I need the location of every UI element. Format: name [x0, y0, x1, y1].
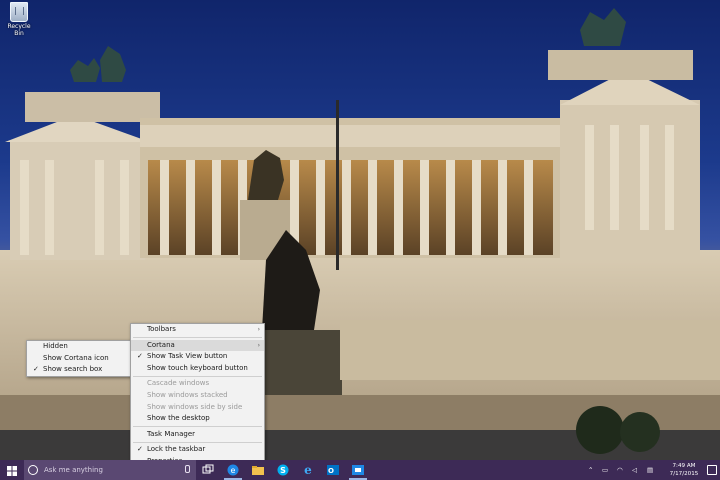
svg-text:e: e	[304, 463, 312, 477]
edge-icon[interactable]: e	[226, 463, 240, 477]
menu-item-cascade-windows[interactable]: Cascade windows	[131, 378, 264, 390]
menu-separator	[133, 441, 262, 443]
taskbar-context-menu: Toolbars › Cortana › ✓ Show Task View bu…	[130, 323, 265, 469]
menu-item-toolbars[interactable]: Toolbars ›	[131, 324, 264, 336]
keyboard-icon[interactable]: ▤	[647, 466, 653, 474]
menu-item-show-task-view[interactable]: ✓ Show Task View button	[131, 351, 264, 363]
svg-text:e: e	[231, 466, 236, 475]
taskbar[interactable]: Ask me anything e S e O ⌃ ▭ ◠ ◁ ▤ 7:49 A	[0, 460, 720, 480]
svg-text:S: S	[280, 466, 286, 475]
menu-separator	[133, 375, 262, 377]
task-view-icon[interactable]	[201, 463, 215, 477]
menu-item-windows-stacked[interactable]: Show windows stacked	[131, 390, 264, 402]
checkmark-icon: ✓	[137, 352, 143, 361]
microphone-icon[interactable]	[185, 465, 190, 473]
clock-time: 7:49 AM	[672, 463, 696, 469]
wifi-icon[interactable]: ◠	[617, 466, 623, 474]
desktop-wallpaper	[0, 0, 720, 460]
monument-illustration	[0, 8, 720, 460]
volume-icon[interactable]: ◁	[632, 466, 637, 474]
recycle-bin-shortcut[interactable]: Recycle Bin	[2, 2, 36, 37]
chevron-right-icon: ›	[257, 341, 260, 349]
chevron-right-icon: ›	[257, 326, 260, 333]
menu-item-windows-side-by-side[interactable]: Show windows side by side	[131, 402, 264, 414]
battery-icon[interactable]: ▭	[602, 466, 608, 474]
cortana-icon	[28, 465, 38, 475]
recycle-bin-label: Recycle Bin	[7, 23, 31, 37]
skype-icon[interactable]: S	[276, 463, 290, 477]
recycle-bin-icon	[10, 2, 28, 22]
menu-item-lock-taskbar[interactable]: ✓ Lock the taskbar	[131, 444, 264, 456]
file-explorer-icon[interactable]	[251, 463, 265, 477]
cortana-search-box[interactable]: Ask me anything	[24, 460, 196, 480]
menu-item-cortana[interactable]: Cortana ›	[131, 339, 264, 352]
windows-logo-icon	[7, 466, 17, 476]
outlook-icon[interactable]: O	[326, 463, 340, 477]
show-hidden-icons-chevron-up-icon[interactable]: ⌃	[588, 466, 593, 474]
cortana-submenu: Hidden Show Cortana icon ✓ Show search b…	[26, 340, 132, 377]
cortana-option-hidden[interactable]: Hidden	[27, 341, 131, 353]
menu-item-task-manager[interactable]: Task Manager	[131, 429, 264, 441]
menu-separator	[133, 426, 262, 428]
store-icon[interactable]	[351, 463, 365, 477]
system-clock[interactable]: 7:49 AM 7/17/2015	[664, 462, 704, 478]
clock-date: 7/17/2015	[669, 471, 699, 477]
internet-explorer-icon[interactable]: e	[301, 463, 315, 477]
checkmark-icon: ✓	[137, 445, 143, 454]
menu-item-show-touch-keyboard[interactable]: Show touch keyboard button	[131, 363, 264, 375]
start-button[interactable]	[0, 460, 24, 480]
cortana-option-show-icon[interactable]: Show Cortana icon	[27, 353, 131, 365]
menu-item-show-desktop[interactable]: Show the desktop	[131, 413, 264, 425]
cortana-option-show-search-box[interactable]: ✓ Show search box	[27, 364, 131, 376]
checkmark-icon: ✓	[33, 365, 39, 374]
search-placeholder: Ask me anything	[44, 466, 103, 474]
svg-text:O: O	[328, 467, 334, 475]
action-center-icon[interactable]	[707, 465, 717, 475]
menu-separator	[133, 337, 262, 339]
